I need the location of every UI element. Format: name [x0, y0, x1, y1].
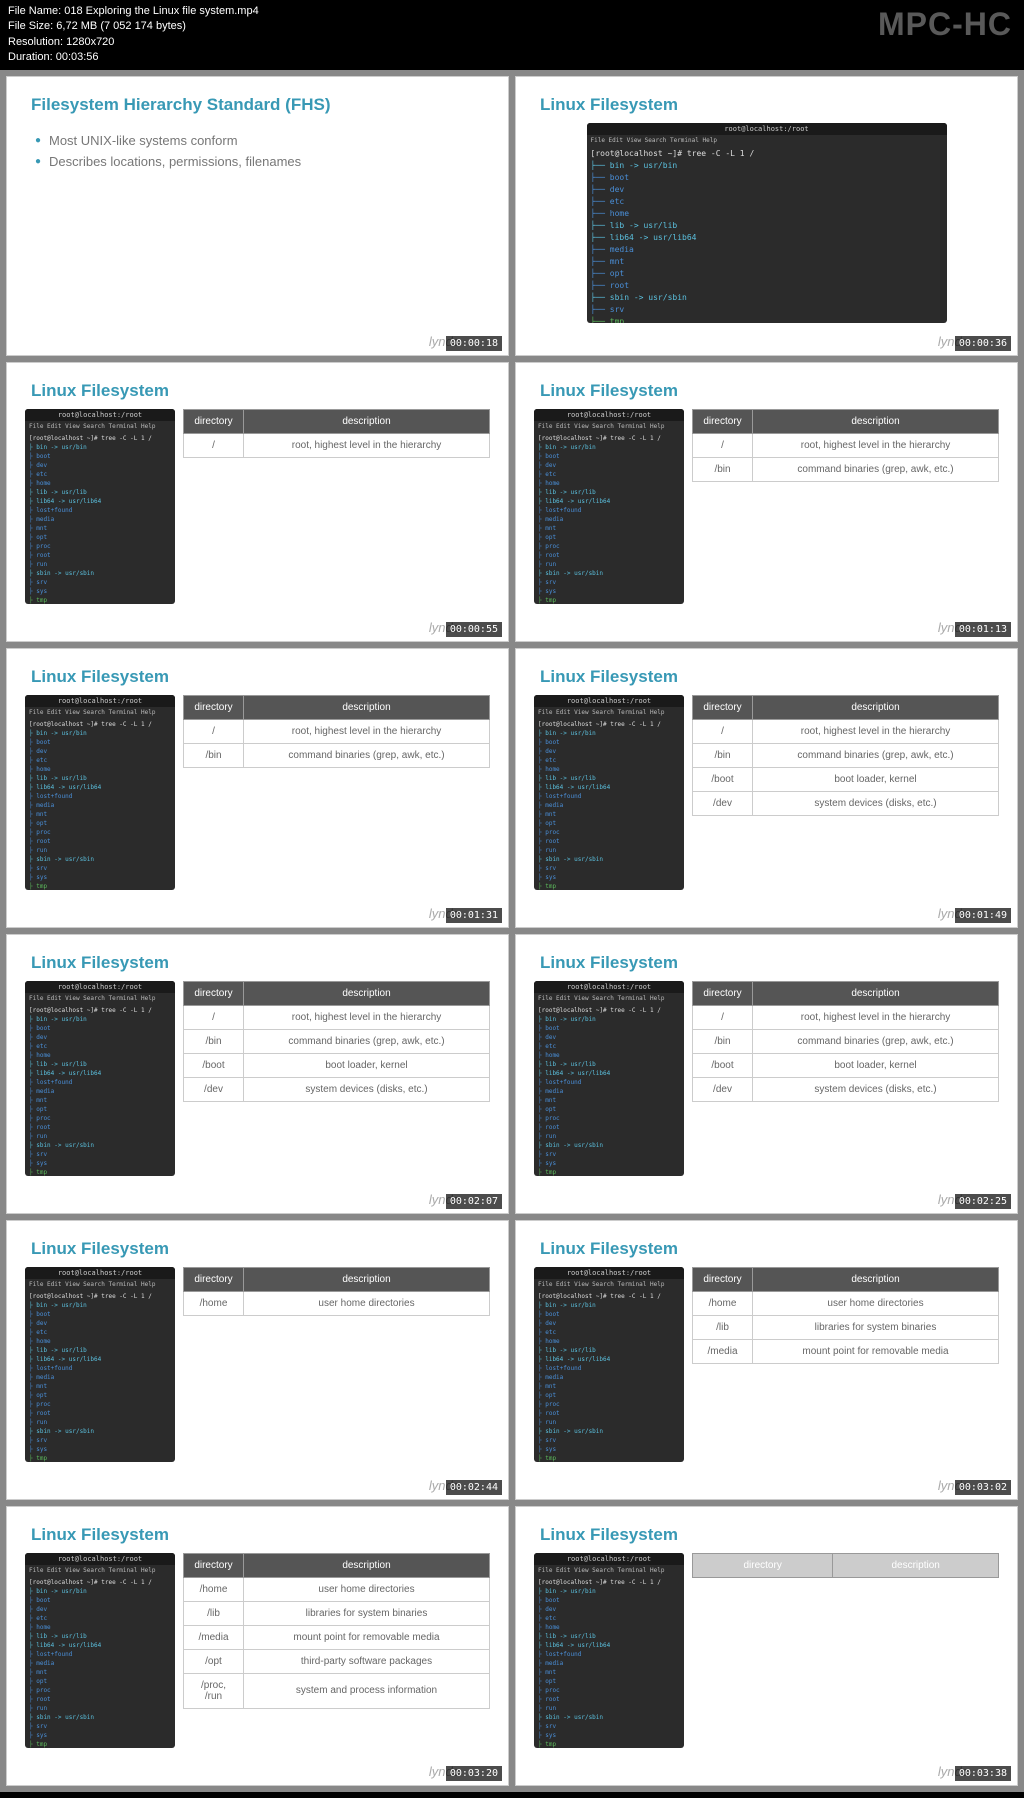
- table-row: /mediamount point for removable media: [693, 1339, 999, 1363]
- timestamp: 00:03:38: [955, 1766, 1011, 1781]
- slide-title: Filesystem Hierarchy Standard (FHS): [7, 77, 508, 123]
- timestamp: 00:02:44: [446, 1480, 502, 1495]
- slide-title: Linux Filesystem: [7, 649, 508, 695]
- duration: 00:03:56: [56, 51, 99, 63]
- terminal-window: root@localhost:/root File Edit View Sear…: [25, 695, 175, 890]
- directory-table: directorydescription /root, highest leve…: [692, 409, 999, 482]
- table-row: /devsystem devices (disks, etc.): [693, 791, 999, 815]
- slide-title: Linux Filesystem: [7, 1221, 508, 1267]
- resolution: 1280x720: [66, 36, 114, 48]
- table-row: /bincommand binaries (grep, awk, etc.): [184, 1029, 490, 1053]
- table-row: /bincommand binaries (grep, awk, etc.): [693, 743, 999, 767]
- thumbnail[interactable]: Linux Filesystem root@localhost:/root Fi…: [515, 76, 1018, 356]
- directory-table: directorydescription /root, highest leve…: [183, 981, 490, 1102]
- table-row: /root, highest level in the hierarchy: [693, 719, 999, 743]
- timestamp: 00:00:18: [446, 336, 502, 351]
- thumbnail[interactable]: Linux Filesystem root@localhost:/root Fi…: [6, 1506, 509, 1786]
- bullet-item: Describes locations, permissions, filena…: [35, 154, 480, 169]
- slide-title: Linux Filesystem: [7, 1507, 508, 1553]
- thumbnail[interactable]: Linux Filesystem root@localhost:/root Fi…: [515, 1506, 1018, 1786]
- table-row: /proc, /runsystem and process informatio…: [184, 1673, 490, 1708]
- terminal-window: root@localhost:/root File Edit View Sear…: [25, 981, 175, 1176]
- slide-title: Linux Filesystem: [516, 649, 1017, 695]
- thumbnail[interactable]: Linux Filesystem root@localhost:/root Fi…: [6, 934, 509, 1214]
- timestamp: 00:01:13: [955, 622, 1011, 637]
- table-row: /devsystem devices (disks, etc.): [693, 1077, 999, 1101]
- table-row: /bincommand binaries (grep, awk, etc.): [693, 457, 999, 481]
- terminal-window: root@localhost:/root File Edit View Sear…: [25, 409, 175, 604]
- table-row: /liblibraries for system binaries: [184, 1601, 490, 1625]
- thumbnail[interactable]: Linux Filesystem root@localhost:/root Fi…: [6, 362, 509, 642]
- filename: 018 Exploring the Linux file system.mp4: [64, 5, 258, 17]
- terminal-window: root@localhost:/root File Edit View Sear…: [25, 1267, 175, 1462]
- table-row: /liblibraries for system binaries: [693, 1315, 999, 1339]
- table-row: /mediamount point for removable media: [184, 1625, 490, 1649]
- thumbnail[interactable]: Linux Filesystem root@localhost:/root Fi…: [6, 1220, 509, 1500]
- thumbnail[interactable]: Linux Filesystem root@localhost:/root Fi…: [515, 1220, 1018, 1500]
- slide-title: Linux Filesystem: [7, 935, 508, 981]
- thumbnail[interactable]: Linux Filesystem root@localhost:/root Fi…: [515, 362, 1018, 642]
- directory-table: directorydescription /root, highest leve…: [692, 981, 999, 1102]
- terminal-window: root@localhost:/root File Edit View Sear…: [534, 695, 684, 890]
- terminal-window: root@localhost:/root File Edit View Sear…: [587, 123, 947, 323]
- terminal-window: root@localhost:/root File Edit View Sear…: [534, 1553, 684, 1748]
- timestamp: 00:03:20: [446, 1766, 502, 1781]
- table-row: /root, highest level in the hierarchy: [693, 433, 999, 457]
- slide-title: Linux Filesystem: [7, 363, 508, 409]
- file-info-header: File Name: 018 Exploring the Linux file …: [0, 0, 1024, 70]
- table-row: /bincommand binaries (grep, awk, etc.): [693, 1029, 999, 1053]
- timestamp: 00:02:25: [955, 1194, 1011, 1209]
- table-row: /bootboot loader, kernel: [693, 767, 999, 791]
- table-row: /bincommand binaries (grep, awk, etc.): [184, 743, 490, 767]
- thumbnail[interactable]: Linux Filesystem root@localhost:/root Fi…: [515, 648, 1018, 928]
- slide-title: Linux Filesystem: [516, 77, 1017, 123]
- timestamp: 00:01:49: [955, 908, 1011, 923]
- table-row: /root, highest level in the hierarchy: [184, 719, 490, 743]
- table-row: /homeuser home directories: [184, 1577, 490, 1601]
- timestamp: 00:00:36: [955, 336, 1011, 351]
- table-row: /homeuser home directories: [184, 1291, 490, 1315]
- table-row: /root, highest level in the hierarchy: [693, 1005, 999, 1029]
- directory-table: directorydescription /homeuser home dire…: [692, 1267, 999, 1364]
- timestamp: 00:01:31: [446, 908, 502, 923]
- thumbnail-grid: Filesystem Hierarchy Standard (FHS) Most…: [0, 70, 1024, 1792]
- slide-title: Linux Filesystem: [516, 1507, 1017, 1553]
- table-row: /bootboot loader, kernel: [184, 1053, 490, 1077]
- terminal-window: root@localhost:/root File Edit View Sear…: [534, 981, 684, 1176]
- slide-title: Linux Filesystem: [516, 1221, 1017, 1267]
- terminal-window: root@localhost:/root File Edit View Sear…: [25, 1553, 175, 1748]
- thumbnail[interactable]: Linux Filesystem root@localhost:/root Fi…: [6, 648, 509, 928]
- table-row: /devsystem devices (disks, etc.): [184, 1077, 490, 1101]
- timestamp: 00:03:02: [955, 1480, 1011, 1495]
- slide-title: Linux Filesystem: [516, 935, 1017, 981]
- directory-table: directorydescription /homeuser home dire…: [183, 1553, 490, 1709]
- slide-title: Linux Filesystem: [516, 363, 1017, 409]
- terminal-window: root@localhost:/root File Edit View Sear…: [534, 409, 684, 604]
- table-row: /bootboot loader, kernel: [693, 1053, 999, 1077]
- timestamp: 00:02:07: [446, 1194, 502, 1209]
- directory-table: directorydescription /root, highest leve…: [183, 695, 490, 768]
- bullet-item: Most UNIX-like systems conform: [35, 133, 480, 148]
- terminal-body: [root@localhost ~]# tree -C -L 1 / ├── b…: [587, 146, 947, 323]
- directory-table: directorydescription /homeuser home dire…: [183, 1267, 490, 1316]
- thumbnail[interactable]: Linux Filesystem root@localhost:/root Fi…: [515, 934, 1018, 1214]
- terminal-window: root@localhost:/root File Edit View Sear…: [534, 1267, 684, 1462]
- directory-table: directorydescription: [692, 1553, 999, 1578]
- app-logo: MPC-HC: [878, 6, 1012, 43]
- directory-table: directorydescription /root, highest leve…: [692, 695, 999, 816]
- directory-table: directorydescription /root, highest leve…: [183, 409, 490, 458]
- table-row: /root, highest level in the hierarchy: [184, 1005, 490, 1029]
- table-row: /optthird-party software packages: [184, 1649, 490, 1673]
- table-row: /homeuser home directories: [693, 1291, 999, 1315]
- thumbnail[interactable]: Filesystem Hierarchy Standard (FHS) Most…: [6, 76, 509, 356]
- timestamp: 00:00:55: [446, 622, 502, 637]
- filesize: 6,72 MB (7 052 174 bytes): [56, 20, 186, 32]
- table-row: /root, highest level in the hierarchy: [184, 433, 490, 457]
